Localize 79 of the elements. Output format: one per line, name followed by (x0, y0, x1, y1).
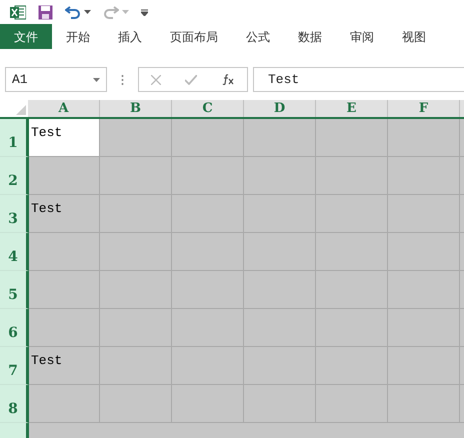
dropdown-icon (93, 78, 100, 82)
table-cell[interactable] (244, 233, 316, 271)
table-cell[interactable]: Test (29, 119, 100, 157)
table-cell[interactable] (172, 233, 244, 271)
caret-icon (84, 10, 91, 14)
table-cell[interactable] (100, 347, 172, 385)
table-cell[interactable] (29, 385, 100, 423)
table-cell[interactable] (388, 195, 460, 233)
formula-field[interactable]: Test (253, 67, 464, 92)
table-cell[interactable] (244, 195, 316, 233)
table-cell[interactable] (100, 119, 172, 157)
table-cell[interactable] (172, 385, 244, 423)
grip-icon (121, 74, 124, 84)
undo-icon[interactable] (65, 5, 81, 19)
table-cell[interactable] (244, 385, 316, 423)
table-cell[interactable] (316, 309, 388, 347)
table-cell[interactable] (316, 271, 388, 309)
table-cell[interactable] (316, 195, 388, 233)
ribbon-tab[interactable]: 开始 (52, 24, 104, 49)
cancel-icon[interactable] (151, 74, 162, 84)
row-header[interactable]: 8 (0, 385, 29, 423)
redo-icon[interactable] (103, 5, 119, 19)
table-cell[interactable] (388, 347, 460, 385)
customize-toolbar-icon[interactable] (141, 8, 148, 16)
table-cell[interactable] (172, 347, 244, 385)
spreadsheet-logo-icon[interactable] (10, 4, 26, 20)
table-cell[interactable] (316, 119, 388, 157)
ribbon-tab[interactable]: 数据 (284, 24, 336, 49)
row-header[interactable]: 6 (0, 309, 29, 347)
table-cell[interactable] (100, 271, 172, 309)
table-cell[interactable] (29, 157, 100, 195)
table-cell[interactable] (388, 309, 460, 347)
name-box[interactable]: A1 (5, 67, 107, 92)
table-cell[interactable] (172, 271, 244, 309)
table-cell[interactable]: Test (29, 195, 100, 233)
row-header[interactable]: 1 (0, 119, 29, 157)
row-header[interactable]: 3 (0, 195, 29, 233)
table-cell[interactable] (388, 119, 460, 157)
table-cell[interactable] (244, 271, 316, 309)
ribbon-tab[interactable]: 页面布局 (156, 24, 232, 49)
table-cell[interactable]: Test (29, 347, 100, 385)
ribbon-tab[interactable]: 插入 (104, 24, 156, 49)
table-cell[interactable] (100, 195, 172, 233)
row-header[interactable]: 7 (0, 347, 29, 385)
table-cell[interactable] (244, 157, 316, 195)
table-cell[interactable] (172, 309, 244, 347)
table-cell[interactable] (100, 233, 172, 271)
row-header[interactable]: 2 (0, 157, 29, 195)
row-header[interactable]: 4 (0, 233, 29, 271)
row-header[interactable]: 5 (0, 271, 29, 309)
table-cell[interactable] (388, 233, 460, 271)
table-cell[interactable] (244, 347, 316, 385)
table-cell[interactable] (100, 309, 172, 347)
table-cell[interactable] (244, 309, 316, 347)
caret-icon (122, 10, 129, 14)
table-cell[interactable] (29, 233, 100, 271)
table-cell[interactable] (172, 119, 244, 157)
ribbon-tab[interactable]: 文件 (0, 24, 52, 49)
table-cell[interactable] (172, 157, 244, 195)
table-cell[interactable] (100, 385, 172, 423)
table-cell[interactable] (388, 157, 460, 195)
table-cell[interactable] (316, 347, 388, 385)
table-cell[interactable] (316, 385, 388, 423)
ribbon-tab[interactable]: 视图 (388, 24, 440, 49)
ribbon-tab[interactable]: 审阅 (336, 24, 388, 49)
table-cell[interactable] (388, 271, 460, 309)
table-cell[interactable] (316, 233, 388, 271)
function-icon[interactable] (222, 74, 235, 85)
checkmark-icon[interactable] (185, 74, 198, 84)
table-cell[interactable] (388, 385, 460, 423)
ribbon-tab[interactable]: 公式 (232, 24, 284, 49)
table-cell[interactable] (100, 157, 172, 195)
table-cell[interactable] (29, 309, 100, 347)
table-cell[interactable] (172, 195, 244, 233)
table-cell[interactable] (29, 271, 100, 309)
table-cell[interactable] (244, 119, 316, 157)
table-cell[interactable] (316, 157, 388, 195)
save-icon[interactable] (38, 4, 53, 20)
select-all-icon[interactable] (16, 105, 26, 115)
